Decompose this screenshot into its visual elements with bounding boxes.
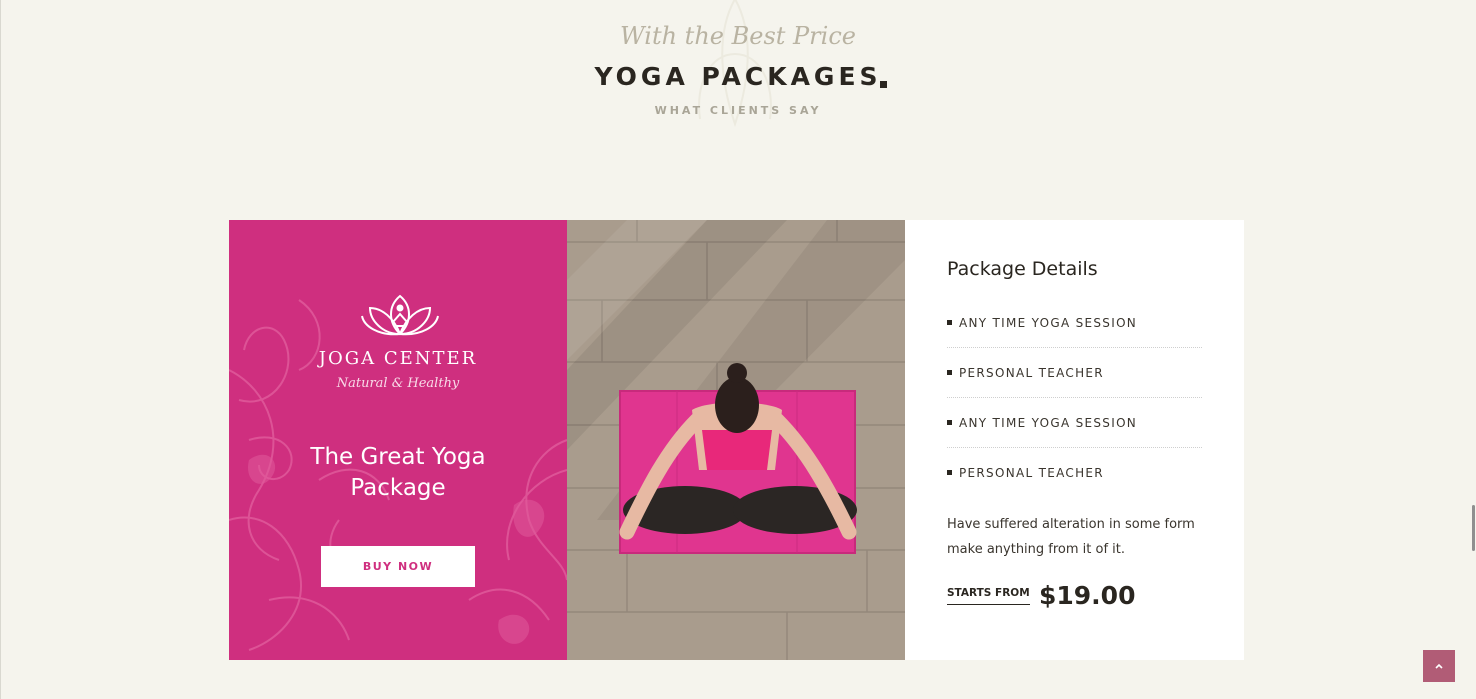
lotus-icon xyxy=(361,294,439,336)
feature-label: PERSONAL TEACHER xyxy=(959,365,1104,380)
feature-label: ANY TIME YOGA SESSION xyxy=(959,415,1138,430)
yoga-photo xyxy=(567,220,905,660)
scrollbar-thumb[interactable] xyxy=(1472,505,1475,551)
logo-title: JOGA CENTER xyxy=(318,348,478,369)
back-to-top-button[interactable] xyxy=(1423,650,1455,682)
feature-item: ANY TIME YOGA SESSION xyxy=(947,398,1202,448)
bullet-icon xyxy=(947,470,952,475)
bullet-icon xyxy=(947,320,952,325)
package-description: Have suffered alteration in some form ma… xyxy=(947,517,1195,557)
package-promo-panel: JOGA CENTER Natural & Healthy The Great … xyxy=(229,220,567,660)
feature-label: ANY TIME YOGA SESSION xyxy=(959,315,1138,330)
details-title: Package Details xyxy=(947,258,1098,280)
feature-list: ANY TIME YOGA SESSION PERSONAL TEACHER A… xyxy=(947,298,1202,497)
logo-subtitle: Natural & Healthy xyxy=(336,376,460,391)
title-dot xyxy=(880,81,887,88)
section-title: YOGA PACKAGES xyxy=(594,62,882,91)
package-card: JOGA CENTER Natural & Healthy The Great … xyxy=(229,220,1244,660)
bullet-icon xyxy=(947,370,952,375)
feature-item: PERSONAL TEACHER xyxy=(947,448,1202,497)
section-script-title: With the Best Price xyxy=(620,22,856,50)
feature-label: PERSONAL TEACHER xyxy=(959,465,1104,480)
section-subtitle: WHAT CLIENTS SAY xyxy=(654,104,822,117)
package-title: The Great Yoga Package xyxy=(310,444,486,501)
buy-now-button[interactable]: BUY NOW xyxy=(321,546,475,587)
package-price: $19.00 xyxy=(1039,581,1136,610)
feature-item: PERSONAL TEACHER xyxy=(947,348,1202,398)
starts-from-label: STARTS FROM xyxy=(947,587,1030,605)
floral-decoration xyxy=(229,299,567,651)
package-details-panel: Package Details ANY TIME YOGA SESSION PE… xyxy=(905,220,1244,660)
feature-item: ANY TIME YOGA SESSION xyxy=(947,298,1202,348)
yoga-woman-illustration xyxy=(567,220,905,660)
chevron-up-icon xyxy=(1435,663,1443,669)
section-heading: With the Best Price YOGA PACKAGES WHAT C… xyxy=(0,0,1476,140)
bullet-icon xyxy=(947,420,952,425)
